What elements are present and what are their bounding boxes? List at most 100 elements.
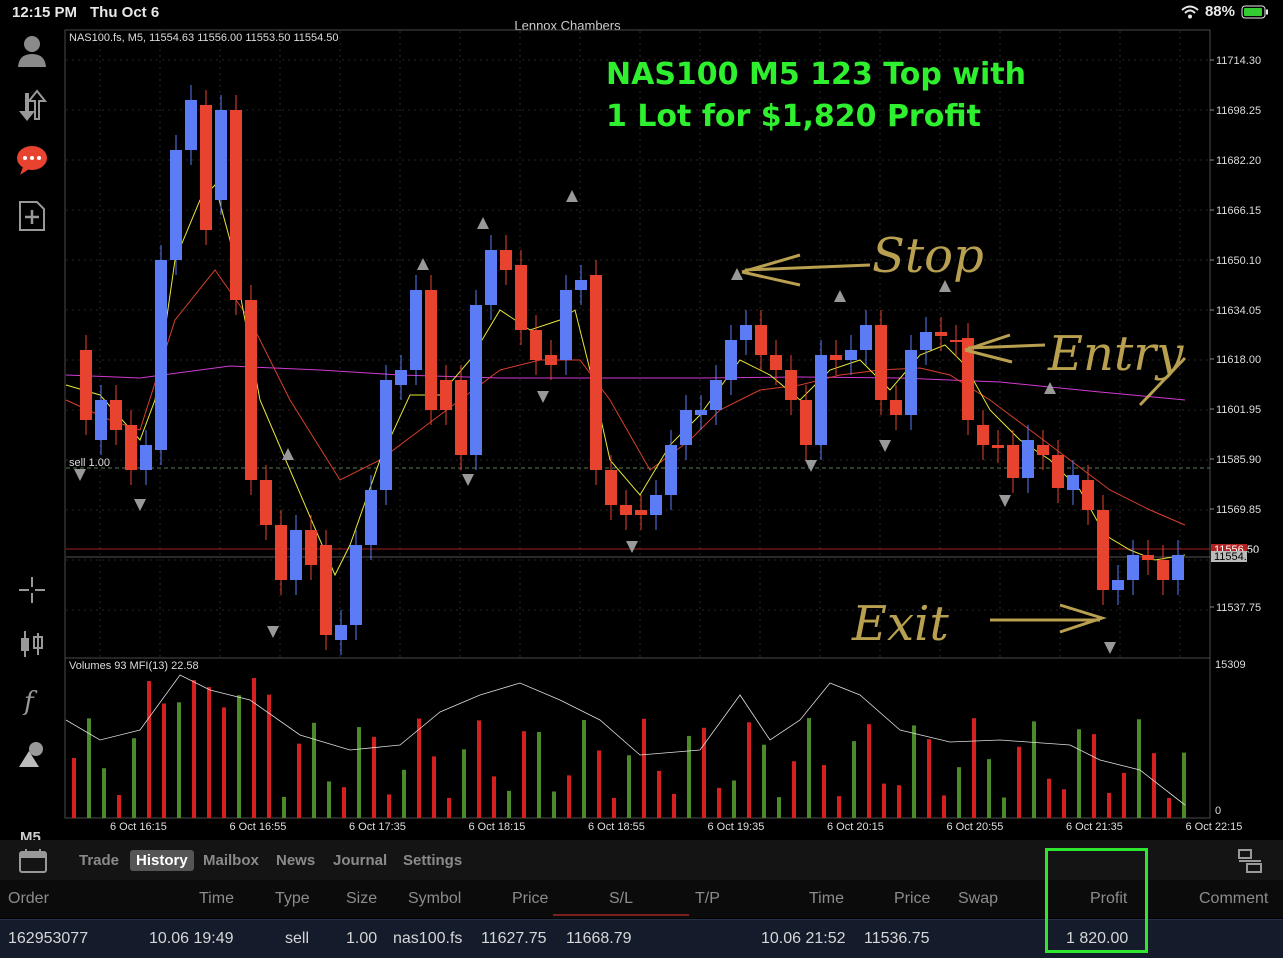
candle [335,625,347,640]
volume-bar [402,769,406,818]
candle [1112,580,1124,590]
volume-bar [582,720,586,818]
candle [725,340,737,380]
candle [755,325,767,355]
col-type[interactable]: Type [275,890,310,908]
volume-bar [672,793,676,818]
candle [680,410,692,445]
candle [530,330,542,360]
entry-label: Entry [1047,326,1184,382]
candle [365,490,377,545]
candle [650,495,662,515]
price-tick-label: 11682.20 [1216,155,1261,167]
price-tick-label: 11650.10 [1216,255,1261,267]
volume-bar [1167,797,1171,818]
tab-journal[interactable]: Journal [327,850,393,871]
sl-column-marker [553,914,689,916]
col-swap[interactable]: Swap [958,890,998,908]
candle [845,350,857,360]
volume-bar [732,780,736,818]
volume-bar [882,783,886,818]
annotation-title-line1: NAS100 M5 123 Top with [606,57,1026,92]
col-order[interactable]: Order [8,890,49,908]
volume-bar [507,790,511,818]
time-tick-label: 6 Oct 20:15 [827,821,884,833]
cell-symbol: nas100.fs [393,930,463,947]
volume-bar [342,787,346,818]
candle [605,470,617,505]
candle [395,370,407,385]
volume-bar [147,681,151,818]
cell-type: sell [285,930,310,947]
tab-news[interactable]: News [270,850,321,871]
candle [440,380,452,410]
annotation-title-line2: 1 Lot for $1,820 Profit [606,99,981,134]
cell-open-time: 10.06 19:49 [149,930,234,947]
price-chart[interactable]: NAS100.fs, M5, 11554.63 11556.00 11553.5… [0,0,1283,840]
candle [815,355,827,445]
layout-toggle-icon[interactable] [1237,848,1263,874]
col-size[interactable]: Size [346,890,377,908]
time-tick-label: 6 Oct 18:15 [469,821,526,833]
candle [110,400,122,430]
candle [1157,560,1169,580]
candle [992,445,1004,448]
candle [1067,475,1079,490]
volume-bar [1002,797,1006,818]
candle [905,350,917,415]
price-tick-label: 11634.05 [1216,305,1261,317]
candle [1037,445,1049,455]
col-open-time[interactable]: Time [199,890,234,908]
price-tick-label: 11537.75 [1216,602,1261,614]
volume-bar [867,724,871,818]
time-tick-label: 6 Oct 18:55 [588,821,645,833]
price-tick-label: 11569.85 [1216,504,1261,516]
col-close-price[interactable]: Price [894,890,930,908]
volume-bar [822,765,826,818]
volume-bar [312,722,316,818]
volume-bar [432,756,436,818]
candle [275,525,287,580]
tab-trade[interactable]: Trade [73,850,125,871]
col-comment[interactable]: Comment [1199,890,1268,908]
candle [215,110,227,200]
volume-info: Volumes 93 MFI(13) 22.58 [69,660,199,672]
volume-bar [297,743,301,818]
candle [545,355,557,365]
calendar-icon[interactable] [18,848,48,874]
volume-bar [462,749,466,818]
volume-bar [447,797,451,818]
volume-bar [597,750,601,818]
ask-price-tag: 11554.50 [1214,551,1259,563]
volume-bar [1152,753,1156,818]
candle [875,325,887,400]
candle [320,545,332,635]
volume-bar [1062,789,1066,818]
volume-bar [1137,719,1141,818]
col-sl[interactable]: S/L [609,890,633,908]
candle [380,380,392,490]
candle [560,290,572,360]
col-tp[interactable]: T/P [695,890,720,908]
candle [665,445,677,495]
candle [140,445,152,470]
candle [740,325,752,340]
cell-close-time: 10.06 21:52 [761,930,846,947]
tab-history[interactable]: History [130,850,194,871]
col-open-price[interactable]: Price [512,890,548,908]
candle [350,545,362,625]
col-close-time[interactable]: Time [809,890,844,908]
tab-mailbox[interactable]: Mailbox [197,850,265,871]
cell-size: 1.00 [346,930,378,947]
volume-bar [1017,746,1021,818]
volume-bar [972,718,976,818]
candle [935,332,947,336]
volume-bar [102,768,106,818]
cell-close-price: 11536.75 [864,930,930,947]
volume-bar [792,761,796,818]
col-symbol[interactable]: Symbol [408,890,461,908]
candle [485,250,497,305]
tab-settings[interactable]: Settings [397,850,468,871]
candle [1142,555,1154,560]
candle [470,305,482,455]
